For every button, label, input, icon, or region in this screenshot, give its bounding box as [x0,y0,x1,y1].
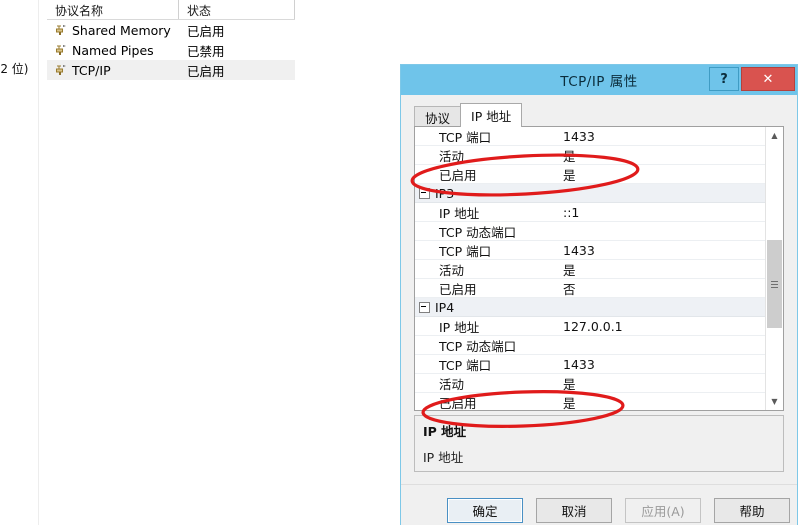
protocol-list-header: 协议名称 状态 [47,0,295,20]
ok-button[interactable]: 确定 [447,498,523,523]
table-row[interactable]: TCP 端口 1433 [415,241,767,260]
property-description-pane: IP 地址 IP 地址 [414,415,784,472]
tab-protocol[interactable]: 协议 [414,106,462,127]
scrollbar-grip [771,280,778,288]
dialog-title-bar[interactable]: TCP/IP 属性 ? ✕ [401,65,797,95]
protocol-status-cell: 已禁用 [187,43,225,59]
property-value[interactable]: 127.0.0.1 [559,319,767,334]
table-row[interactable]: TCP 动态端口 [415,336,767,355]
property-label: 已启用 [439,281,477,297]
table-row[interactable]: 活动 是 [415,146,767,165]
property-label: 已启用 [439,395,477,411]
column-header-status[interactable]: 状态 [179,0,295,19]
dialog-title: TCP/IP 属性 [560,74,638,90]
property-value[interactable]: 1433 [559,243,767,258]
cancel-button[interactable]: 取消 [536,498,612,523]
property-value[interactable]: ::1 [559,205,767,220]
apply-button: 应用(A) [625,498,701,523]
dialog-body: 协议 IP 地址 TCP 端口 1433 活动 是 已启用 是 IP3 IP 地… [401,95,797,525]
protocol-name-text: Named Pipes [72,42,154,58]
table-row[interactable]: TCP 端口 1433 [415,127,767,146]
table-row[interactable]: Shared Memory 已启用 [47,20,295,40]
column-header-protocol-name[interactable]: 协议名称 [47,0,179,19]
protocol-name-text: Shared Memory [72,22,171,38]
tab-ip-addresses[interactable]: IP 地址 [460,103,523,127]
vertical-scrollbar[interactable]: ▲ ▼ [765,127,783,410]
property-label: IP 地址 [439,319,480,335]
help-caption-button[interactable]: ? [709,67,739,91]
ip-address-property-grid[interactable]: TCP 端口 1433 活动 是 已启用 是 IP3 IP 地址::1 TCP… [414,126,784,411]
property-label: TCP 端口 [439,357,492,373]
table-row[interactable]: Named Pipes 已禁用 [47,40,295,60]
protocol-name-cell: TCP/IP [47,63,179,78]
table-row[interactable]: 已启用 是 [415,393,767,410]
scrollbar-thumb[interactable] [767,240,782,328]
table-row[interactable]: 活动 是 [415,374,767,393]
property-label: 活动 [439,376,465,392]
tree-node-label-clipped: (32 位) [0,62,29,76]
property-label: 活动 [439,262,465,278]
protocol-name-text: TCP/IP [72,62,111,78]
table-row[interactable]: 活动 是 [415,260,767,279]
group-label: IP4 [435,299,455,315]
group-label: IP3 [435,185,455,201]
property-value[interactable]: 1433 [559,129,767,144]
property-label: TCP 动态端口 [439,224,517,240]
property-label: 已启用 [439,167,477,183]
dialog-button-row: 确定 取消 应用(A) 帮助 [401,484,797,525]
tcpip-properties-dialog: TCP/IP 属性 ? ✕ 协议 IP 地址 TCP 端口 1433 活动 是 [400,64,798,525]
close-icon[interactable]: ✕ [741,67,795,91]
help-button[interactable]: 帮助 [714,498,790,523]
property-label: TCP 动态端口 [439,338,517,354]
table-group-row[interactable]: IP4 [415,298,767,317]
protocol-icon [55,43,69,57]
table-group-row[interactable]: IP3 [415,184,767,203]
protocol-icon [55,63,69,77]
console-tree-pane[interactable]: (32 位) [0,0,39,525]
property-value[interactable]: 是 [559,146,767,165]
table-row[interactable]: 已启用 是 [415,165,767,184]
table-row[interactable]: IP 地址 ::1 [415,203,767,222]
table-row[interactable]: IP 地址 127.0.0.1 [415,317,767,336]
table-row[interactable]: TCP/IP 已启用 [47,60,295,80]
property-value[interactable]: 否 [559,279,767,298]
scroll-up-icon[interactable]: ▲ [766,127,783,144]
property-value[interactable]: 是 [559,393,767,411]
property-label: TCP 端口 [439,243,492,259]
description-title: IP 地址 [423,424,467,439]
property-value[interactable]: 是 [559,260,767,279]
property-value[interactable]: 是 [559,374,767,393]
description-text: IP 地址 [423,450,464,465]
protocol-icon [55,23,69,37]
protocol-status-cell: 已启用 [187,23,225,39]
property-value[interactable]: 是 [559,165,767,184]
property-value[interactable]: 1433 [559,357,767,372]
protocol-status-cell: 已启用 [187,63,225,79]
property-label: TCP 端口 [439,129,492,145]
table-row[interactable]: 已启用 否 [415,279,767,298]
scroll-down-icon[interactable]: ▼ [766,393,783,410]
tab-strip: 协议 IP 地址 [414,103,523,127]
protocol-name-cell: Named Pipes [47,43,179,58]
property-grid-viewport: TCP 端口 1433 活动 是 已启用 是 IP3 IP 地址::1 TCP… [415,127,767,410]
collapse-icon[interactable] [415,301,433,313]
table-row[interactable]: TCP 动态端口 [415,222,767,241]
protocol-list[interactable]: 协议名称 状态 Shared Memory 已启用 Named Pipes 已禁… [47,0,295,80]
property-label: IP 地址 [439,205,480,221]
table-row[interactable]: TCP 端口 1433 [415,355,767,374]
property-label: 活动 [439,148,465,164]
collapse-icon[interactable] [415,187,433,199]
protocol-name-cell: Shared Memory [47,23,179,38]
